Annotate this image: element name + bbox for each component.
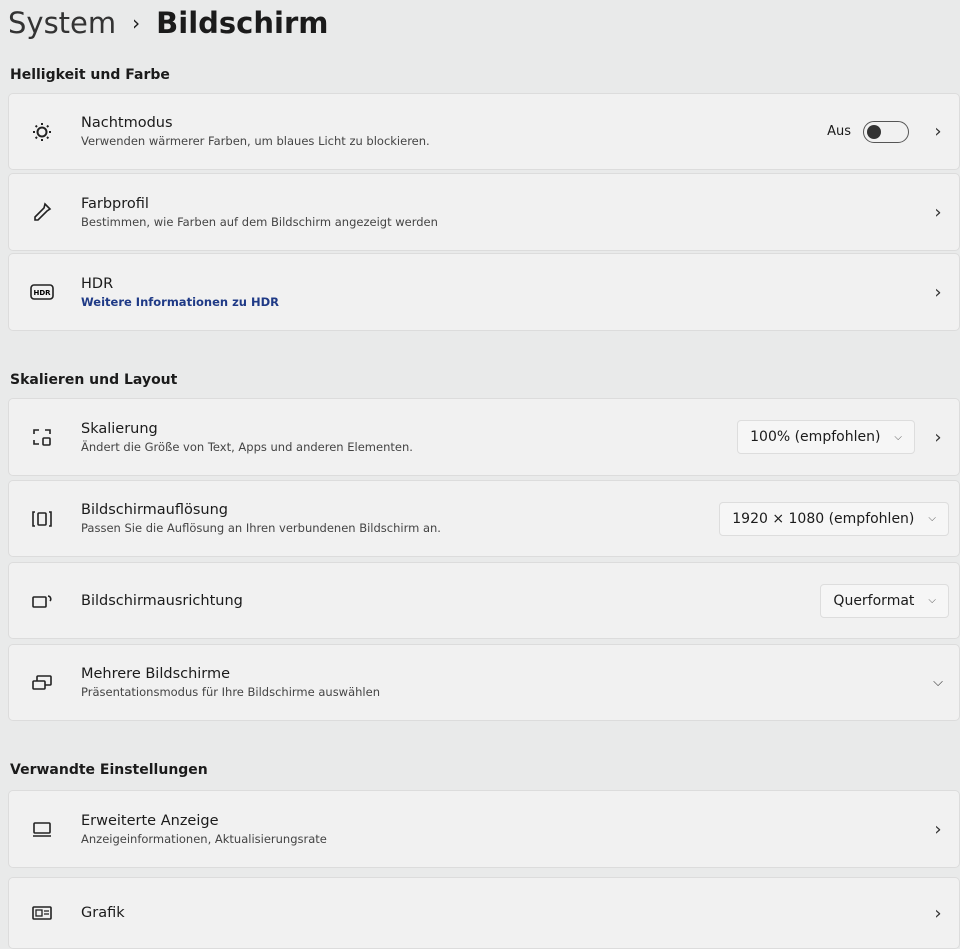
hdr-row[interactable]: HDR HDR Weitere Informationen zu HDR › xyxy=(8,253,960,331)
hdr-info-link[interactable]: Weitere Informationen zu HDR xyxy=(81,295,925,309)
night-mode-row[interactable]: Nachtmodus Verwenden wärmerer Farben, um … xyxy=(8,93,960,170)
chevron-right-icon: › xyxy=(934,426,942,448)
orientation-row[interactable]: Bildschirmausrichtung Querformat ⌵ xyxy=(8,562,960,639)
chevron-down-icon: ⌵ xyxy=(928,513,936,524)
graphics-title: Grafik xyxy=(81,905,125,921)
orientation-value: Querformat xyxy=(833,592,915,609)
chevron-down-icon: ⌵ xyxy=(894,431,902,443)
scaling-row[interactable]: Skalierung Ändert die Größe von Text, App… xyxy=(8,398,960,476)
advanced-display-row[interactable]: Erweiterte Anzeige Anzeigeinformationen, … xyxy=(8,790,960,868)
orientation-dropdown[interactable]: Querformat ⌵ xyxy=(820,583,949,618)
resolution-icon xyxy=(29,506,55,532)
resolution-title: Bildschirmauflösung xyxy=(81,502,229,518)
page-title: Bildschirm xyxy=(156,6,329,40)
scale-icon xyxy=(29,424,55,450)
breadcrumb-system[interactable]: System xyxy=(8,6,116,40)
chevron-right-icon: › xyxy=(934,281,942,303)
night-mode-desc: Verwenden wärmerer Farben, um blaues Lic… xyxy=(81,134,430,148)
color-profile-row[interactable]: Farbprofil Bestimmen, wie Farben auf dem … xyxy=(8,173,960,251)
color-profile-title: Farbprofil xyxy=(81,195,149,212)
resolution-dropdown[interactable]: 1920 × 1080 (empfohlen) ⌵ xyxy=(719,501,949,536)
resolution-desc: Passen Sie die Auflösung an Ihren verbun… xyxy=(81,521,441,535)
breadcrumb: System › Bildschirm xyxy=(8,6,328,40)
night-mode-title: Nachtmodus xyxy=(81,115,173,131)
advanced-display-desc: Anzeigeinformationen, Aktualisierungsrat… xyxy=(81,831,327,846)
hdr-title: HDR xyxy=(81,275,114,292)
resolution-value: 1920 × 1080 (empfohlen) xyxy=(732,510,915,527)
section-related: Verwandte Einstellungen xyxy=(10,762,208,778)
scaling-dropdown[interactable]: 100% (empfohlen) ⌵ xyxy=(737,420,915,454)
orientation-icon xyxy=(29,588,55,614)
scaling-desc: Ändert die Größe von Text, Apps und ande… xyxy=(81,439,413,454)
breadcrumb-separator: › xyxy=(132,11,141,35)
multiple-displays-icon xyxy=(29,670,55,696)
chevron-right-icon: › xyxy=(934,201,942,223)
section-brightness: Helligkeit und Farbe xyxy=(10,67,170,83)
monitor-icon xyxy=(29,816,55,842)
scaling-title: Skalierung xyxy=(81,420,158,437)
resolution-row[interactable]: Bildschirmauflösung Passen Sie die Auflös… xyxy=(8,480,960,557)
multiple-displays-title: Mehrere Bildschirme xyxy=(81,666,231,682)
chevron-down-icon: ⌵ xyxy=(928,595,936,606)
graphics-icon xyxy=(29,900,55,926)
svg-text:HDR: HDR xyxy=(33,289,51,297)
color-profile-desc: Bestimmen, wie Farben auf dem Bildschirm… xyxy=(81,214,438,229)
brightness-icon xyxy=(29,119,55,145)
night-mode-toggle[interactable] xyxy=(863,120,909,143)
advanced-display-title: Erweiterte Anzeige xyxy=(81,812,219,829)
chevron-right-icon: › xyxy=(934,121,942,142)
hdr-icon: HDR xyxy=(29,279,55,305)
night-mode-state: Aus xyxy=(827,124,851,139)
section-scale: Skalieren und Layout xyxy=(10,372,178,388)
scaling-value: 100% (empfohlen) xyxy=(750,429,881,445)
chevron-right-icon: › xyxy=(934,902,942,924)
multiple-displays-desc: Präsentationsmodus für Ihre Bildschirme … xyxy=(81,685,380,699)
graphics-row[interactable]: Grafik › xyxy=(8,877,960,949)
eyedropper-icon xyxy=(29,199,55,225)
chevron-right-icon: › xyxy=(934,818,942,840)
multiple-displays-row[interactable]: Mehrere Bildschirme Präsentationsmodus fü… xyxy=(8,644,960,721)
chevron-down-icon[interactable]: ⌵ xyxy=(925,675,951,690)
orientation-title: Bildschirmausrichtung xyxy=(81,592,243,609)
